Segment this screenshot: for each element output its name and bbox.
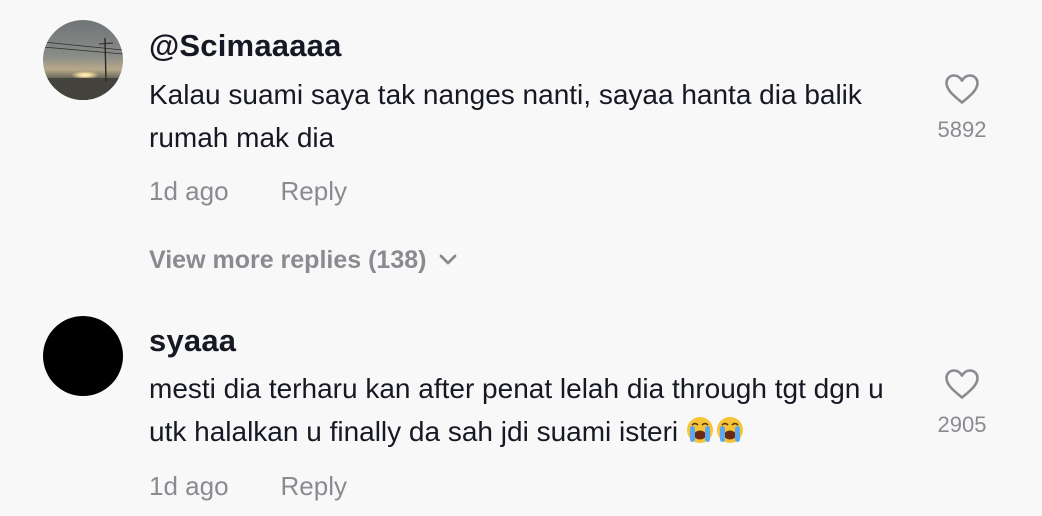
view-more-replies-button[interactable]: View more replies (138) — [149, 246, 458, 276]
comment-meta: 1d ago Reply — [149, 471, 347, 502]
comment-timestamp: 1d ago — [149, 471, 229, 501]
heart-outline-icon[interactable] — [944, 368, 980, 400]
avatar[interactable] — [43, 20, 123, 100]
like-button[interactable]: 5892 — [922, 73, 1002, 143]
reply-button[interactable]: Reply — [281, 176, 347, 206]
comment-text-body: mesti dia terharu kan after penat lelah … — [149, 373, 884, 447]
comment-text: mesti dia terharu kan after penat lelah … — [149, 367, 909, 457]
avatar[interactable] — [43, 316, 123, 396]
chevron-down-icon — [438, 245, 458, 274]
heart-outline-icon[interactable] — [944, 73, 980, 105]
loudly-crying-face-emoji — [686, 414, 746, 457]
comment-meta: 1d ago Reply — [149, 176, 347, 207]
comment-username[interactable]: syaaa — [149, 323, 236, 359]
like-button[interactable]: 2905 — [922, 368, 1002, 438]
like-count: 5892 — [937, 117, 987, 142]
comment-timestamp: 1d ago — [149, 176, 229, 206]
comment-text: Kalau suami saya tak nanges nanti, sayaa… — [149, 79, 862, 153]
view-more-replies-label: View more replies (138) — [149, 246, 427, 274]
reply-button[interactable]: Reply — [281, 471, 347, 501]
sunset-photo-avatar-image — [43, 20, 123, 100]
comment-username[interactable]: @Scimaaaaa — [149, 28, 342, 64]
like-count: 2905 — [937, 412, 987, 437]
